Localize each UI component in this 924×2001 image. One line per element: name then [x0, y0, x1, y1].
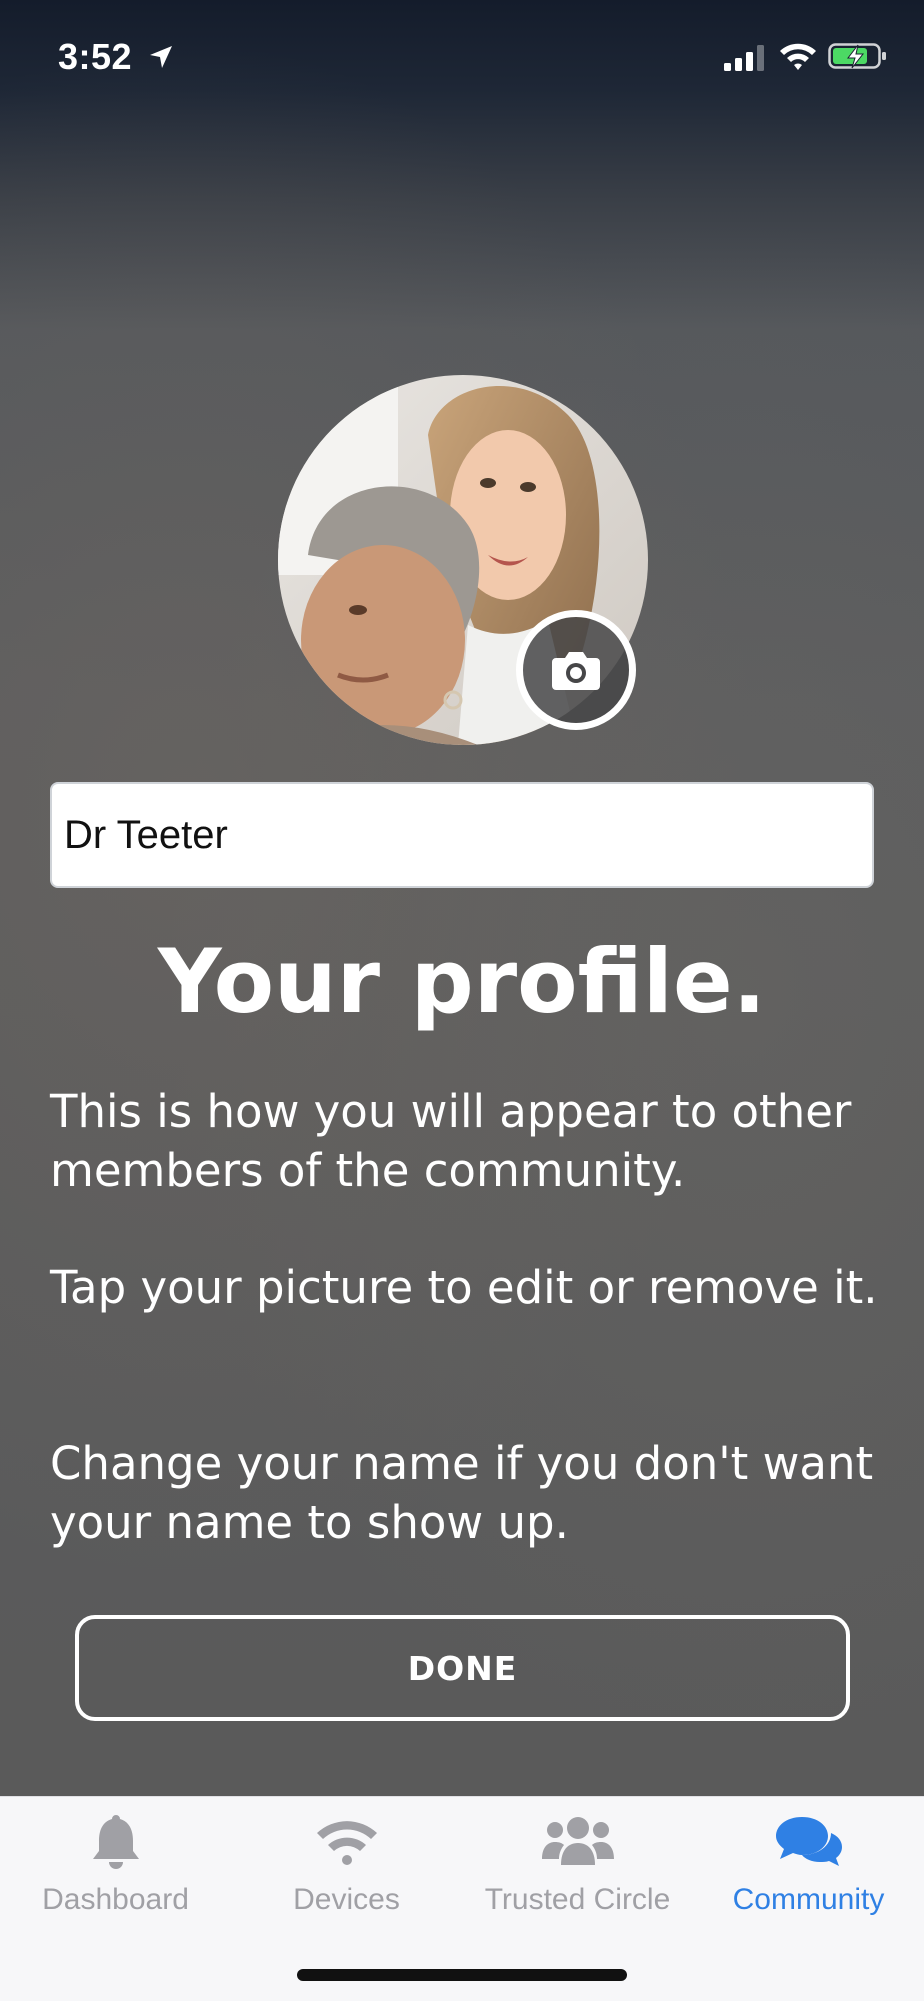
- done-button[interactable]: DONE: [75, 1615, 850, 1721]
- chat-bubbles-icon: [775, 1817, 842, 1866]
- tab-community[interactable]: Community: [693, 1797, 924, 1937]
- edit-picture-hint: Tap your picture to edit or remove it.: [50, 1261, 878, 1314]
- tab-label-trusted-circle: Trusted Circle: [484, 1883, 671, 1916]
- tab-dashboard[interactable]: Dashboard: [0, 1797, 231, 1937]
- page-title: Your profile.: [157, 930, 767, 1033]
- home-indicator[interactable]: [297, 1969, 627, 1981]
- display-name-input[interactable]: [50, 782, 874, 888]
- tab-bar: Dashboard Devices Trusted Circle Communi…: [0, 1796, 924, 2001]
- tab-label-community: Community: [732, 1883, 885, 1916]
- change-name-hint: Change your name if you don't want your …: [50, 1437, 874, 1549]
- tab-trusted-circle[interactable]: Trusted Circle: [462, 1797, 693, 1937]
- tab-label-devices: Devices: [293, 1883, 400, 1916]
- camera-icon: [552, 652, 600, 690]
- battery-charging-icon: [828, 43, 886, 69]
- group-icon: [541, 1817, 614, 1865]
- description-text: This is how you will appear to other mem…: [50, 1085, 852, 1197]
- change-photo-button[interactable]: [516, 610, 636, 730]
- wifi-status-icon: [780, 43, 816, 70]
- status-bar: 3:52: [0, 0, 924, 110]
- status-time: 3:52: [58, 36, 133, 77]
- location-arrow-icon: [150, 46, 172, 68]
- tab-label-dashboard: Dashboard: [42, 1883, 189, 1916]
- wifi-icon: [316, 1821, 377, 1865]
- tab-devices[interactable]: Devices: [231, 1797, 462, 1937]
- bell-icon: [92, 1815, 139, 1869]
- cellular-signal-icon: [724, 45, 764, 71]
